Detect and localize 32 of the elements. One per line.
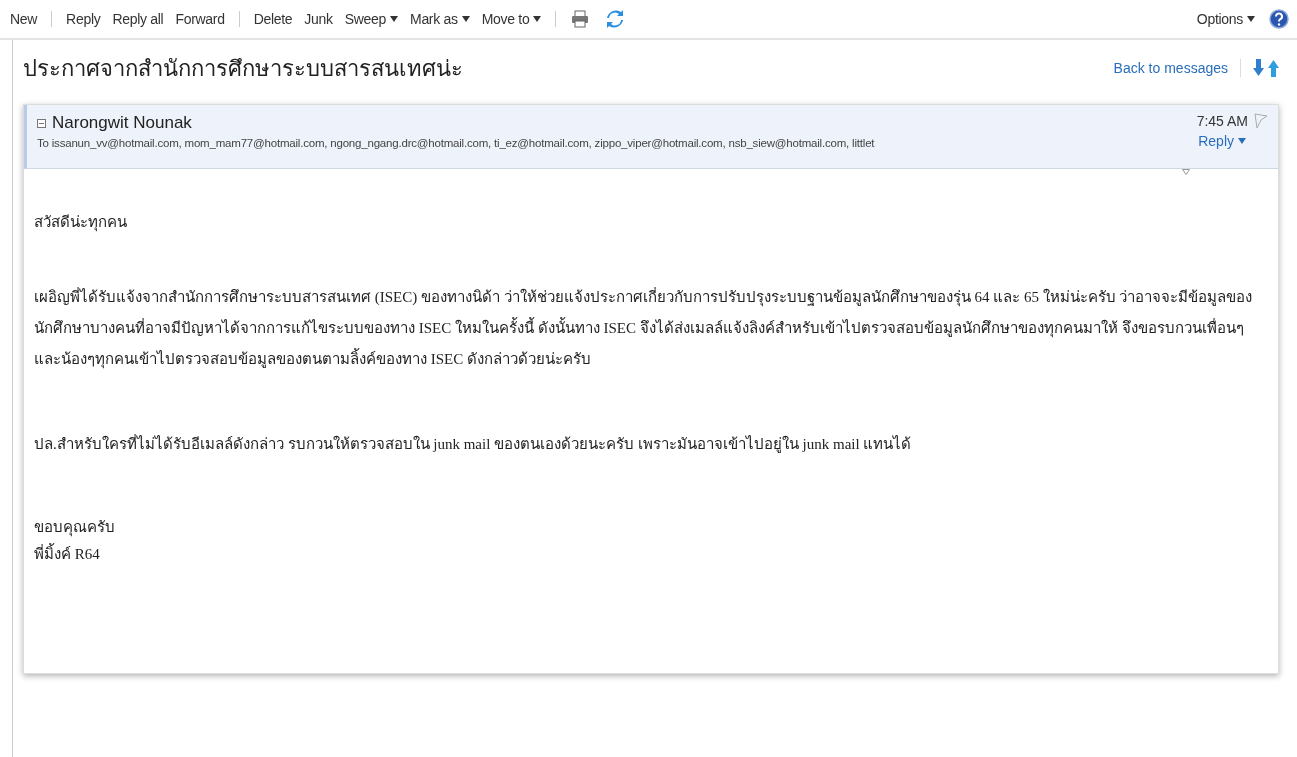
collapse-icon[interactable] [37,118,46,128]
toolbar-button[interactable]: New [10,11,38,27]
toolbar-button[interactable]: Junk [304,11,333,27]
print-icon[interactable] [570,9,591,29]
message-paragraph: เผอิญพี่ได้รับแจ้งจากสำนักการศึกษาระบบสารสนเทศ (ISEC) ของทางนิด้า ว่าให้ช่วยแจ้งประกาศเกี่ยวกับการปรับปรุงระบบฐานข้อมูลนักศึกษาของรุ่น 64 และ 65 ใหม่น่ะครับ ว่าอาจจะมีข้อมูลของนักศึกษาบางคนที่อาจมีปัญหาได้จากการแก้ไขระบบของทาง ISEC ใหมในครั้งนี้ ดังนั้นทาง ISEC จึงได้ส่งเมลล์แจ้งลิงค์สำหรับเข้าไปตรวจสอบข้อมูลนักศึกษาของทุกคนมาให้ จึงขอรบกวนเพื่อนๆและน้องๆทุกคนเข้าไปตรวจสอบข้อมูลของตนตามลิ้งค์ของทาง ISEC ดังกล่าวด้วยน่ะครับ [34,286,1254,371]
caret-icon [533,16,542,22]
recipients-line: To issanun_vv@hotmail.com, mom_mam77@hotmail.com, ngong_ngang.drc@hotmail.com, ti_ez@hotmail.com, zippo_viper@hotmail.com, nsb_siew@hotmail.com, littlet [37,137,876,149]
reply-menu[interactable]: Reply [1198,133,1246,149]
options-menu[interactable]: Options [1196,11,1255,27]
back-link[interactable]: Back to messages [1113,60,1228,76]
toolbar-button[interactable]: Forward [175,11,225,27]
message-time: 7:45 AM [1196,113,1248,129]
caret-icon [1247,16,1255,22]
refresh-icon[interactable] [606,9,625,29]
signature-line: พี่มิ้งค์ R64 [34,541,1268,568]
message-subject: ประกาศจากสำนักการศึกษาระบบสารสนเทศน่ะ [23,54,464,83]
caret-icon [1238,138,1246,144]
expand-icon[interactable] [1182,169,1190,175]
toolbar-button[interactable]: Reply all [112,11,164,27]
arrow-icons[interactable] [1253,59,1279,77]
message-paragraph: ปล.สำหรับใครที่ไม่ได้รับอีเมลล์ดังกล่าว รบกวนให้ตรวจสอบใน junk mail ของตนเองด้วยนะครับ เพราะมันอาจเข้าไปอยู่ใน junk mail แทนได้ [34,433,913,455]
toolbar-button[interactable]: Delete [253,11,293,27]
help-icon[interactable] [1269,9,1289,29]
signature-line: ขอบคุณครับ [34,518,116,539]
menu-button[interactable]: Sweep [344,11,398,27]
caret-icon [461,16,470,22]
toolbar-button[interactable]: Reply [66,11,101,27]
menu-button[interactable]: Mark as [410,11,470,27]
sender-name: Narongwit Nounak [52,113,192,133]
message-paragraph: สวัสดีน่ะทุกคน [34,213,128,234]
caret-icon [390,16,398,22]
menu-button[interactable]: Move to [481,11,542,27]
